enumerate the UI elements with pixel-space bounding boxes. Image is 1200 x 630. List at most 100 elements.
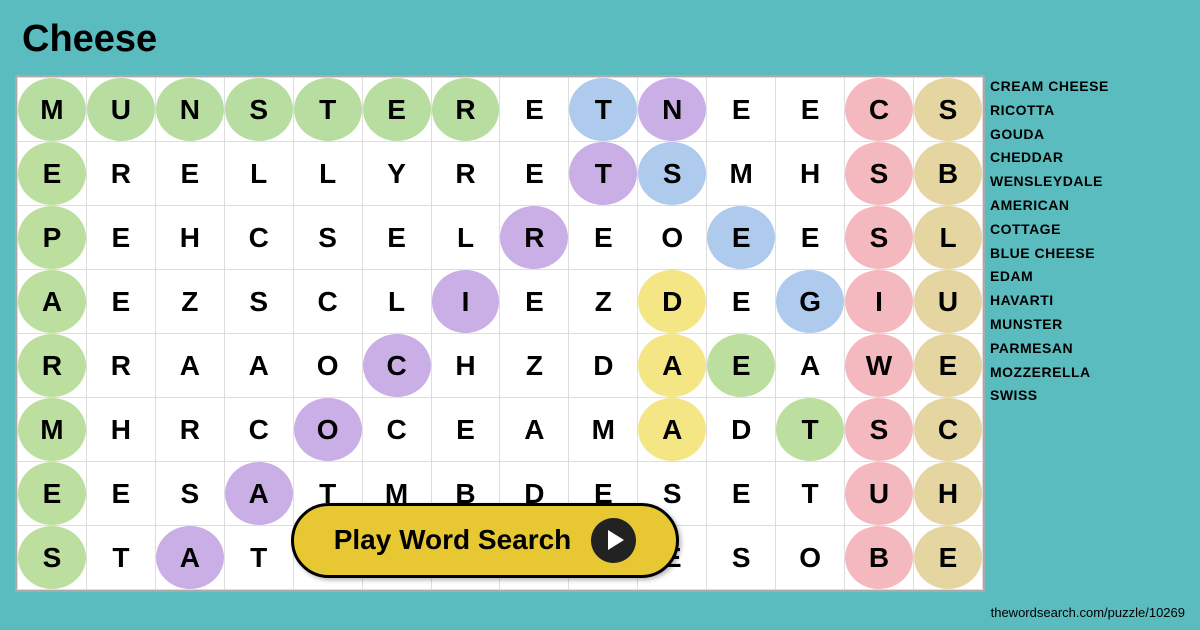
grid-cell[interactable]: C xyxy=(845,78,914,142)
grid-cell[interactable]: L xyxy=(913,206,982,270)
grid-cell[interactable]: A xyxy=(776,334,845,398)
grid-cell[interactable]: D xyxy=(638,270,707,334)
grid-cell[interactable]: T xyxy=(569,142,638,206)
grid-cell[interactable]: U xyxy=(913,270,982,334)
grid-cell[interactable]: R xyxy=(431,142,500,206)
grid-cell[interactable]: B xyxy=(913,142,982,206)
grid-cell[interactable]: W xyxy=(845,334,914,398)
grid-cell[interactable]: H xyxy=(913,462,982,526)
grid-cell[interactable]: M xyxy=(707,142,776,206)
grid-cell[interactable]: H xyxy=(86,398,155,462)
grid-cell[interactable]: I xyxy=(431,270,500,334)
grid-cell[interactable]: G xyxy=(776,270,845,334)
grid-cell[interactable]: C xyxy=(362,334,431,398)
grid-cell[interactable]: E xyxy=(500,78,569,142)
grid-cell[interactable]: C xyxy=(913,398,982,462)
grid-cell[interactable]: E xyxy=(913,526,982,590)
grid-cell[interactable]: O xyxy=(776,526,845,590)
grid-cell[interactable]: S xyxy=(155,462,224,526)
grid-cell[interactable]: E xyxy=(569,206,638,270)
grid-cell[interactable]: P xyxy=(18,206,87,270)
grid-cell[interactable]: L xyxy=(362,270,431,334)
grid-cell[interactable]: E xyxy=(707,78,776,142)
grid-cell[interactable]: R xyxy=(155,398,224,462)
grid-cell[interactable]: E xyxy=(776,78,845,142)
grid-cell[interactable]: E xyxy=(707,334,776,398)
grid-cell[interactable]: S xyxy=(845,206,914,270)
grid-cell[interactable]: M xyxy=(569,398,638,462)
grid-cell[interactable]: S xyxy=(913,78,982,142)
grid-cell[interactable]: R xyxy=(431,78,500,142)
grid-cell[interactable]: D xyxy=(569,334,638,398)
word-cheddar: CHEDDAR xyxy=(990,146,1190,170)
grid-cell[interactable]: A xyxy=(638,334,707,398)
grid-cell[interactable]: T xyxy=(776,398,845,462)
grid-cell[interactable]: S xyxy=(18,526,87,590)
grid-cell[interactable]: E xyxy=(500,270,569,334)
grid-cell[interactable]: A xyxy=(155,526,224,590)
grid-cell[interactable]: O xyxy=(638,206,707,270)
grid-cell[interactable]: S xyxy=(638,142,707,206)
grid-cell[interactable]: U xyxy=(845,462,914,526)
play-icon xyxy=(591,518,636,563)
grid-cell[interactable]: Y xyxy=(362,142,431,206)
grid-cell[interactable]: T xyxy=(776,462,845,526)
grid-cell[interactable]: S xyxy=(845,398,914,462)
grid-cell[interactable]: T xyxy=(86,526,155,590)
grid-cell[interactable]: H xyxy=(776,142,845,206)
grid-cell[interactable]: A xyxy=(500,398,569,462)
grid-cell[interactable]: T xyxy=(293,78,362,142)
grid-cell[interactable]: E xyxy=(86,270,155,334)
grid-cell[interactable]: S xyxy=(224,270,293,334)
grid-cell[interactable]: D xyxy=(707,398,776,462)
grid-cell[interactable]: N xyxy=(155,78,224,142)
grid-cell[interactable]: Z xyxy=(569,270,638,334)
grid-cell[interactable]: H xyxy=(155,206,224,270)
word-swiss: SWISS xyxy=(990,384,1190,408)
grid-cell[interactable]: N xyxy=(638,78,707,142)
grid-cell[interactable]: E xyxy=(707,206,776,270)
play-word-search-button[interactable]: Play Word Search xyxy=(291,503,680,578)
grid-cell[interactable]: E xyxy=(155,142,224,206)
grid-cell[interactable]: E xyxy=(18,142,87,206)
grid-cell[interactable]: M xyxy=(18,78,87,142)
grid-cell[interactable]: R xyxy=(86,334,155,398)
grid-cell[interactable]: E xyxy=(362,206,431,270)
grid-cell[interactable]: E xyxy=(18,462,87,526)
grid-cell[interactable]: E xyxy=(707,270,776,334)
grid-cell[interactable]: Z xyxy=(155,270,224,334)
grid-cell[interactable]: E xyxy=(776,206,845,270)
grid-cell[interactable]: A xyxy=(18,270,87,334)
grid-cell[interactable]: C xyxy=(224,398,293,462)
grid-cell[interactable]: E xyxy=(362,78,431,142)
grid-cell[interactable]: R xyxy=(500,206,569,270)
grid-cell[interactable]: A xyxy=(224,334,293,398)
grid-cell[interactable]: S xyxy=(224,78,293,142)
grid-cell[interactable]: R xyxy=(86,142,155,206)
grid-cell[interactable]: T xyxy=(569,78,638,142)
grid-cell[interactable]: C xyxy=(293,270,362,334)
grid-cell[interactable]: L xyxy=(293,142,362,206)
grid-cell[interactable]: E xyxy=(86,206,155,270)
grid-cell[interactable]: H xyxy=(431,334,500,398)
grid-cell[interactable]: S xyxy=(293,206,362,270)
grid-cell[interactable]: I xyxy=(845,270,914,334)
grid-cell[interactable]: L xyxy=(431,206,500,270)
grid-cell[interactable]: M xyxy=(18,398,87,462)
grid-cell[interactable]: E xyxy=(913,334,982,398)
grid-cell[interactable]: S xyxy=(845,142,914,206)
grid-cell[interactable]: R xyxy=(18,334,87,398)
grid-cell[interactable]: C xyxy=(224,206,293,270)
grid-cell[interactable]: E xyxy=(500,142,569,206)
grid-cell[interactable]: E xyxy=(86,462,155,526)
grid-cell[interactable]: C xyxy=(362,398,431,462)
grid-cell[interactable]: O xyxy=(293,334,362,398)
grid-cell[interactable]: A xyxy=(638,398,707,462)
grid-cell[interactable]: O xyxy=(293,398,362,462)
grid-cell[interactable]: E xyxy=(431,398,500,462)
grid-cell[interactable]: L xyxy=(224,142,293,206)
grid-cell[interactable]: A xyxy=(155,334,224,398)
grid-cell[interactable]: Z xyxy=(500,334,569,398)
grid-cell[interactable]: U xyxy=(86,78,155,142)
grid-cell[interactable]: B xyxy=(845,526,914,590)
